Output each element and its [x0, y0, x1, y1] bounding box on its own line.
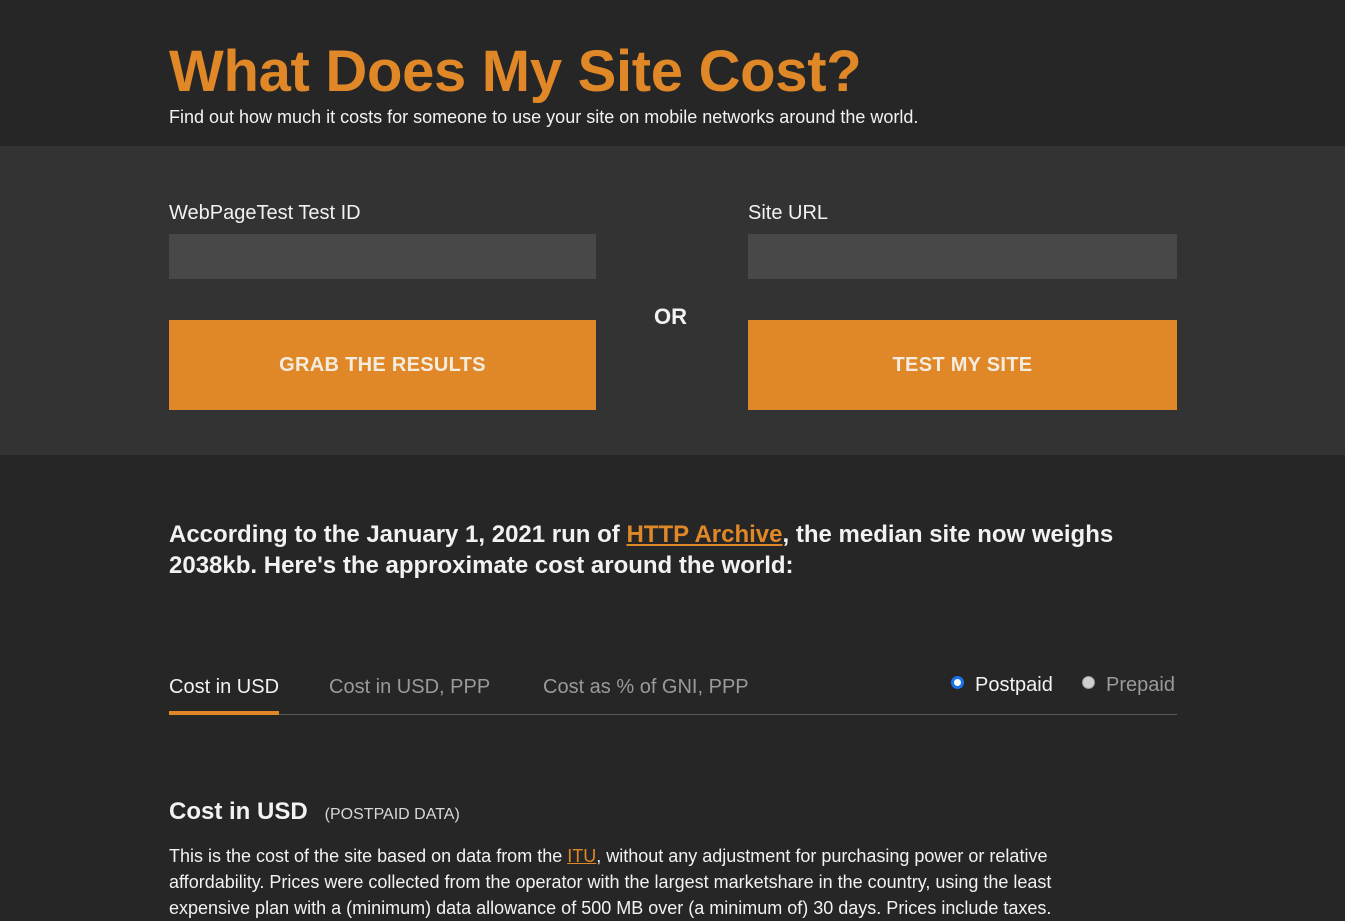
test-id-column: WebPageTest Test ID GRAB THE RESULTS	[169, 201, 596, 410]
http-archive-link[interactable]: HTTP Archive	[626, 521, 782, 548]
intro-text-before: According to the January 1, 2021 run of	[169, 521, 627, 548]
tab-cost-usd[interactable]: Cost in USD	[169, 676, 280, 715]
prepaid-radio[interactable]	[1082, 676, 1095, 689]
site-url-column: Site URL TEST MY SITE	[748, 201, 1177, 410]
intro-text: According to the January 1, 2021 run of …	[169, 519, 1169, 581]
site-url-label: Site URL	[748, 202, 829, 224]
or-separator: OR	[654, 304, 687, 329]
section-description: This is the cost of the site based on da…	[169, 843, 1129, 921]
page-header: What Does My Site Cost? Find out how muc…	[0, 0, 1345, 146]
itu-link[interactable]: ITU	[567, 846, 596, 866]
prepaid-radio-option[interactable]: Prepaid	[1082, 674, 1175, 697]
grab-results-button[interactable]: GRAB THE RESULTS	[169, 320, 596, 410]
section-body-before: This is the cost of the site based on da…	[169, 846, 568, 866]
prepaid-label[interactable]: Prepaid	[1106, 674, 1175, 697]
tab-cost-usd-ppp[interactable]: Cost in USD, PPP	[329, 676, 490, 714]
section-title-text: Cost in USD	[169, 798, 308, 825]
section-subtitle: (POSTPAID DATA)	[324, 806, 460, 823]
postpaid-radio-option[interactable]: Postpaid	[951, 674, 1053, 697]
site-url-input[interactable]	[748, 234, 1177, 279]
cost-tabs: Cost in USD Cost in USD, PPP Cost as % o…	[169, 672, 1177, 715]
tab-cost-gni-ppp[interactable]: Cost as % of GNI, PPP	[543, 676, 749, 714]
test-form-panel: WebPageTest Test ID GRAB THE RESULTS OR …	[0, 146, 1345, 455]
section-title: Cost in USD (POSTPAID DATA)	[169, 798, 460, 826]
postpaid-label[interactable]: Postpaid	[975, 674, 1053, 697]
test-my-site-button[interactable]: TEST MY SITE	[748, 320, 1177, 410]
test-id-input[interactable]	[169, 234, 596, 279]
page-title: What Does My Site Cost?	[169, 39, 862, 104]
page-subtitle: Find out how much it costs for someone t…	[169, 107, 919, 127]
test-id-label: WebPageTest Test ID	[169, 202, 361, 224]
postpaid-radio[interactable]	[951, 676, 964, 689]
